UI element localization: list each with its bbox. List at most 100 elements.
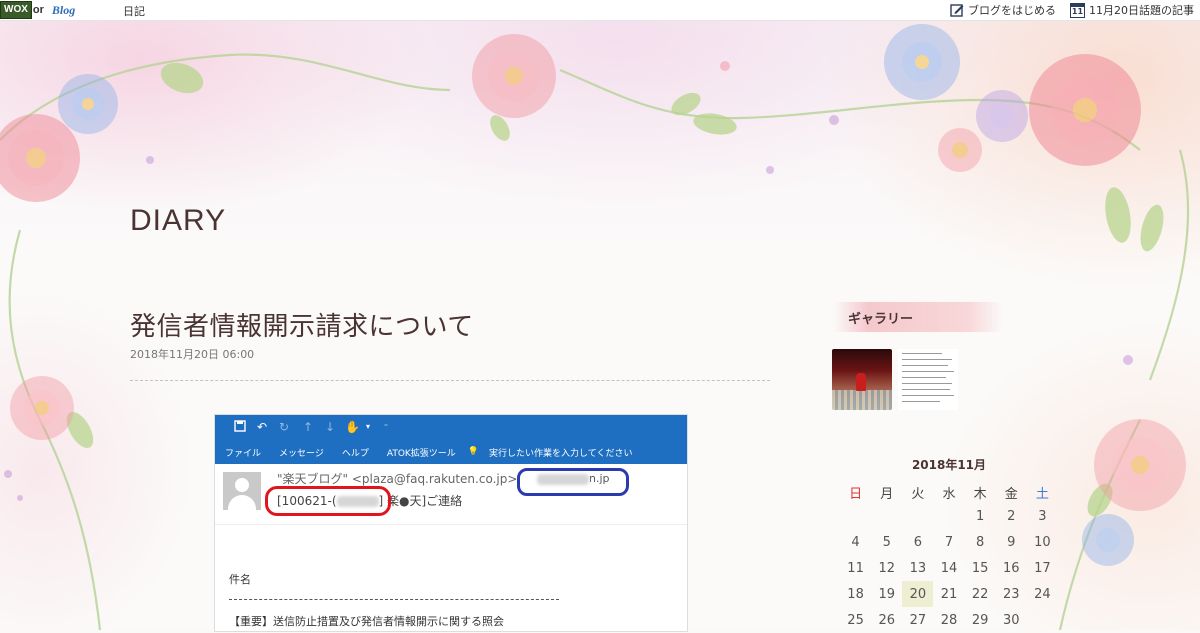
calendar-day[interactable]: 12: [871, 555, 902, 581]
top-bar-links: ブログをはじめる 11 11月20日話題の記事: [950, 0, 1194, 20]
calendar-week-row: 25 26 27 28 29 30: [840, 607, 1058, 633]
mail-subject-suffix: ] 楽●天]ご連絡: [378, 494, 463, 508]
post-email-image[interactable]: ↶ ↻ ↑ ↓ ✋ ▾ ⁼ ファイル メッセージ ヘルプ ATOK拡張ツール 💡…: [214, 414, 688, 632]
post-divider: [130, 380, 770, 381]
up-arrow-icon: ↑: [302, 420, 314, 434]
undo-icon: ↶: [256, 420, 268, 434]
logo-suffix: or: [32, 4, 44, 16]
calendar-empty-day: [871, 503, 902, 529]
calendar-day[interactable]: 19: [871, 581, 902, 607]
down-arrow-icon: ↓: [324, 420, 336, 434]
calendar-day[interactable]: 30: [996, 607, 1027, 633]
logo-blog-text: Blog: [51, 2, 76, 17]
calendar-icon-day: 11: [1071, 6, 1084, 16]
calendar-empty-day: [902, 503, 933, 529]
top-bar: WOX or Blog 日記 ブログをはじめる 11 11月20日話題の記事: [0, 0, 1200, 21]
calendar-day[interactable]: 10: [1027, 529, 1058, 555]
menu-message: メッセージ: [279, 448, 324, 459]
calendar-day[interactable]: 5: [871, 529, 902, 555]
calendar-empty-day: [840, 503, 871, 529]
calendar-day[interactable]: 28: [933, 607, 964, 633]
calendar-day[interactable]: 3: [1027, 503, 1058, 529]
calendar-day[interactable]: 24: [1027, 581, 1058, 607]
mail-body-text: 【重要】送信防止措置及び発信者情報開示に関する照会: [229, 615, 504, 628]
mail-ribbon-menu: ファイル メッセージ ヘルプ ATOK拡張ツール 💡 実行したい作業を入力してく…: [215, 440, 687, 464]
gallery-thumbnail-2[interactable]: [898, 349, 958, 410]
calendar-week-row: 4 5 6 7 8 9 10: [840, 529, 1058, 555]
calendar-table: 日月火水木金土 1 2 3 4 5 6 7 8 9 10 11 12 13 14 15 16 17 18 19 20 2…: [840, 481, 1058, 633]
blue-annotation-circle: [517, 468, 629, 496]
search-hint: 実行したい作業を入力してください: [489, 448, 633, 459]
mail-body-label: 件名: [229, 573, 251, 586]
calendar-weekday: 火: [911, 486, 925, 502]
calendar-day[interactable]: 27: [902, 607, 933, 633]
calendar-weekday: 水: [942, 486, 956, 502]
thumbnail-floor: [832, 390, 892, 410]
calendar-day[interactable]: 9: [996, 529, 1027, 555]
calendar-weekday-row: 日月火水木金土: [840, 481, 1058, 503]
menu-file: ファイル: [225, 448, 262, 459]
calendar-day[interactable]: 22: [965, 581, 996, 607]
calendar-day[interactable]: 2: [996, 503, 1027, 529]
customize-icon: ⁼: [383, 422, 389, 431]
gallery-heading: ギャラリー: [834, 302, 1002, 332]
calendar-week-row: 11 12 13 14 15 16 17: [840, 555, 1058, 581]
start-blog-link[interactable]: ブログをはじめる: [950, 2, 1056, 18]
start-blog-label: ブログをはじめる: [968, 4, 1056, 17]
menu-atok: ATOK拡張ツール: [386, 448, 456, 459]
pen-icon: [950, 4, 964, 17]
menu-help: ヘルプ: [341, 448, 369, 459]
calendar-weekday: 土: [1035, 486, 1049, 502]
calendar-day[interactable]: 26: [871, 607, 902, 633]
service-logo[interactable]: WOX or Blog: [0, 0, 75, 20]
calendar-day[interactable]: 29: [965, 607, 996, 633]
calendar-icon: 11: [1070, 2, 1085, 18]
mail-body-separator: [229, 599, 559, 600]
gallery-title: ギャラリー: [848, 312, 914, 327]
calendar-day[interactable]: 14: [933, 555, 964, 581]
tag-icon: ✋: [345, 420, 360, 434]
gallery-thumbnail-1[interactable]: [832, 349, 892, 410]
topic-articles-label: 11月20日話題の記事: [1089, 4, 1194, 17]
calendar-day[interactable]: 16: [996, 555, 1027, 581]
calendar-day[interactable]: 20: [902, 581, 934, 607]
calendar-weekday: 金: [1004, 486, 1018, 502]
calendar-day[interactable]: 23: [996, 581, 1027, 607]
calendar-week-row: 18 19 20 21 22 23 24: [840, 581, 1058, 607]
post-title[interactable]: 発信者情報開示請求について: [130, 306, 474, 343]
calendar-empty-day: [1027, 607, 1058, 633]
calendar-widget: 2018年11月 日月火水木金土 1 2 3 4 5 6 7 8 9 10 11 12 13 14 15 16…: [840, 456, 1058, 633]
calendar-day[interactable]: 13: [902, 555, 933, 581]
calendar-day[interactable]: 15: [965, 555, 996, 581]
avatar: [223, 472, 261, 510]
logo-mark: WOX: [0, 1, 32, 19]
calendar-weekday: 木: [973, 486, 987, 502]
calendar-weekday: 月: [880, 486, 894, 502]
post-date: 2018年11月20日 06:00: [130, 348, 255, 361]
red-annotation-circle: [265, 486, 391, 516]
calendar-day[interactable]: 7: [933, 529, 964, 555]
nav-diary-link[interactable]: 日記: [123, 3, 145, 19]
calendar-day[interactable]: 17: [1027, 555, 1058, 581]
redo-icon: ↻: [278, 420, 290, 434]
calendar-day[interactable]: 4: [840, 529, 871, 555]
lightbulb-icon: 💡: [467, 447, 480, 457]
calendar-day[interactable]: 1: [965, 503, 996, 529]
thumbnail-figure: [856, 373, 866, 391]
calendar-weekday: 日: [849, 486, 863, 502]
calendar-day[interactable]: 18: [840, 581, 871, 607]
calendar-day[interactable]: 11: [840, 555, 871, 581]
calendar-week-row: 123: [840, 503, 1058, 529]
calendar-days: 1 2 3 4 5 6 7 8 9 10 11 12 13 14 15 16 17 18 19 20 21 22 23 24 2…: [840, 503, 1058, 633]
calendar-day[interactable]: 8: [965, 529, 996, 555]
site-title[interactable]: DIARY: [130, 204, 226, 238]
mail-header: "楽天ブログ" <plaza@faq.rakuten.co.jp> n.jp […: [215, 464, 687, 525]
calendar-day[interactable]: 25: [840, 607, 871, 633]
dropdown-icon: ▾: [365, 422, 370, 431]
calendar-day[interactable]: 21: [933, 581, 964, 607]
calendar-day[interactable]: 6: [902, 529, 933, 555]
save-icon: [233, 420, 247, 434]
calendar-empty-day: [933, 503, 964, 529]
topic-articles-link[interactable]: 11 11月20日話題の記事: [1070, 2, 1194, 18]
mail-from: "楽天ブログ" <plaza@faq.rakuten.co.jp>: [277, 472, 518, 486]
